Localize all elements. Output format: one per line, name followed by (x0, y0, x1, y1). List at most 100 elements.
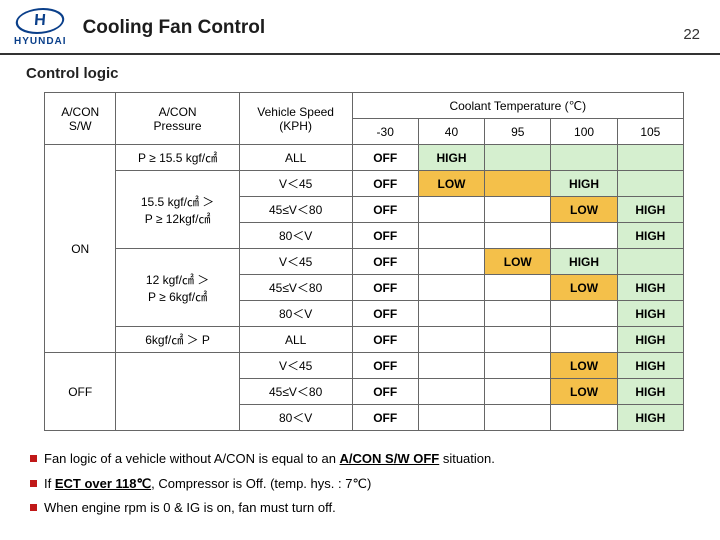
logo: H HYUNDAI (14, 8, 67, 47)
cell-pressure: 15.5 kgf/㎠ ＞ P ≥ 12kgf/㎠ (116, 171, 239, 249)
bullet-icon (30, 480, 37, 487)
cell-high: HIGH (617, 353, 683, 379)
cell-off: OFF (352, 249, 418, 275)
cell-pressure-empty (116, 353, 239, 431)
cell-cont (485, 145, 551, 171)
cell-speed: V＜45 (239, 249, 352, 275)
cell-high: HIGH (551, 249, 617, 275)
note-underline: A/CON S/W OFF (340, 451, 440, 466)
cell-empty (418, 327, 484, 353)
cell-off: OFF (352, 353, 418, 379)
th-temp: Coolant Temperature (℃) (352, 93, 683, 119)
cell-empty (551, 301, 617, 327)
cell-cont (617, 145, 683, 171)
note-text: If (44, 476, 55, 491)
cell-pressure: 6kgf/㎠ ＞ P (116, 327, 239, 353)
table-row: 15.5 kgf/㎠ ＞ P ≥ 12kgf/㎠ V＜45 OFF LOW HI… (45, 171, 684, 197)
cell-off: OFF (352, 197, 418, 223)
th-t0: -30 (352, 119, 418, 145)
cell-low: LOW (485, 249, 551, 275)
cell-off: OFF (352, 327, 418, 353)
th-t4: 105 (617, 119, 683, 145)
note-text: situation. (439, 451, 495, 466)
cell-speed: V＜45 (239, 353, 352, 379)
brand-text: HYUNDAI (14, 36, 67, 47)
cell-empty (485, 405, 551, 431)
table-row: ON P ≥ 15.5 kgf/㎠ ALL OFF HIGH (45, 145, 684, 171)
table-row: 6kgf/㎠ ＞ P ALL OFF HIGH (45, 327, 684, 353)
cell-off: OFF (352, 301, 418, 327)
notes: Fan logic of a vehicle without A/CON is … (0, 431, 720, 521)
cell-speed: 80＜V (239, 223, 352, 249)
cell-empty (485, 379, 551, 405)
table-row: OFF V＜45 OFF LOW HIGH (45, 353, 684, 379)
cell-speed: 45≤V＜80 (239, 379, 352, 405)
th-t3: 100 (551, 119, 617, 145)
cell-cont (617, 171, 683, 197)
cell-empty (485, 197, 551, 223)
cell-empty (485, 353, 551, 379)
section-title: Control logic (26, 65, 694, 82)
control-logic-table: A/CON S/W A/CON Pressure Vehicle Speed (… (44, 92, 684, 431)
cell-low: LOW (551, 379, 617, 405)
cell-empty (418, 379, 484, 405)
th-t1: 40 (418, 119, 484, 145)
cell-off: OFF (352, 405, 418, 431)
note-3: When engine rpm is 0 & IG is on, fan mus… (30, 496, 690, 521)
cell-empty (485, 223, 551, 249)
th-t2: 95 (485, 119, 551, 145)
cell-sw-on: ON (45, 145, 116, 353)
th-pressure: A/CON Pressure (116, 93, 239, 145)
cell-high: HIGH (617, 275, 683, 301)
th-sw: A/CON S/W (45, 93, 116, 145)
cell-empty (418, 249, 484, 275)
cell-cont (485, 171, 551, 197)
note-text: When engine rpm is 0 & IG is on, fan mus… (44, 500, 336, 515)
cell-off: OFF (352, 379, 418, 405)
cell-high: HIGH (617, 327, 683, 353)
cell-empty (485, 301, 551, 327)
cell-high: HIGH (418, 145, 484, 171)
cell-low: LOW (551, 353, 617, 379)
note-underline: ECT over 118℃ (55, 476, 151, 491)
cell-empty (551, 223, 617, 249)
cell-high: HIGH (617, 405, 683, 431)
cell-off: OFF (352, 145, 418, 171)
cell-high: HIGH (617, 223, 683, 249)
cell-speed: ALL (239, 145, 352, 171)
cell-empty (418, 197, 484, 223)
cell-high: HIGH (551, 171, 617, 197)
cell-pressure: 12 kgf/㎠ ＞ P ≥ 6kgf/㎠ (116, 249, 239, 327)
cell-empty (551, 405, 617, 431)
cell-off: OFF (352, 171, 418, 197)
note-text: , Compressor is Off. (temp. hys. : 7℃) (151, 476, 371, 491)
page-title: Cooling Fan Control (83, 17, 266, 39)
cell-speed: 45≤V＜80 (239, 197, 352, 223)
page-number: 22 (683, 12, 700, 43)
cell-empty (485, 327, 551, 353)
bullet-icon (30, 504, 37, 511)
cell-high: HIGH (617, 301, 683, 327)
cell-speed: V＜45 (239, 171, 352, 197)
cell-empty (418, 301, 484, 327)
cell-empty (485, 275, 551, 301)
cell-speed: 80＜V (239, 405, 352, 431)
cell-empty (418, 353, 484, 379)
logo-oval: H (13, 8, 67, 34)
note-1: Fan logic of a vehicle without A/CON is … (30, 447, 690, 472)
cell-low: LOW (551, 275, 617, 301)
cell-empty (418, 275, 484, 301)
header: H HYUNDAI Cooling Fan Control 22 (0, 0, 720, 55)
cell-cont (617, 249, 683, 275)
cell-off: OFF (352, 275, 418, 301)
content: Control logic A/CON S/W A/CON Pressure V… (0, 55, 720, 431)
cell-sw-off: OFF (45, 353, 116, 431)
cell-empty (418, 405, 484, 431)
logo-letter: H (33, 12, 47, 30)
cell-cont (551, 145, 617, 171)
table-row: 12 kgf/㎠ ＞ P ≥ 6kgf/㎠ V＜45 OFF LOW HIGH (45, 249, 684, 275)
th-speed: Vehicle Speed (KPH) (239, 93, 352, 145)
bullet-icon (30, 455, 37, 462)
cell-high: HIGH (617, 197, 683, 223)
cell-pressure: P ≥ 15.5 kgf/㎠ (116, 145, 239, 171)
